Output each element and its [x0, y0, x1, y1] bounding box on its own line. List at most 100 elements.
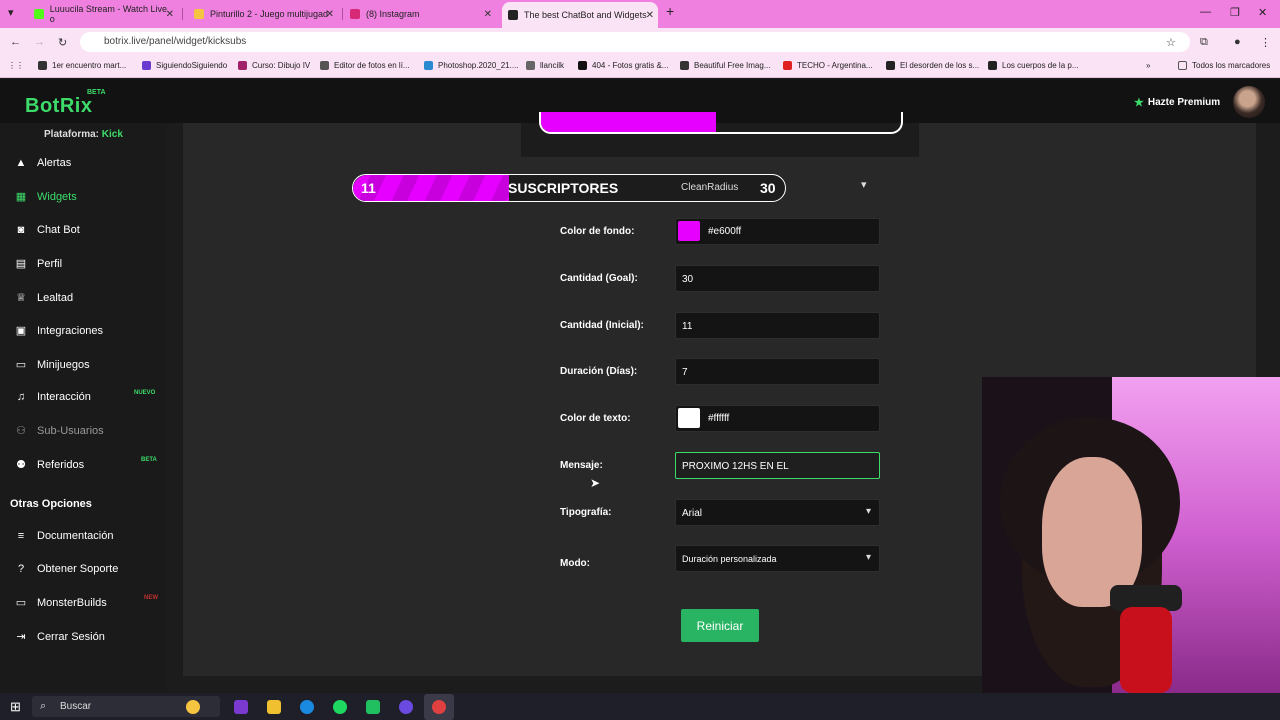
- bg-color-value: #e600ff: [708, 226, 742, 237]
- bookmark-item[interactable]: llancilk: [526, 61, 564, 70]
- sidebar-item-perfil[interactable]: ▤ Perfil: [14, 257, 62, 271]
- sidebar-item-referidos[interactable]: ⚉ Referidos: [14, 458, 84, 472]
- message-label: Mensaje:: [560, 460, 603, 471]
- sidebar-item-cerrar-sesion[interactable]: ⇥ Cerrar Sesión: [14, 630, 104, 644]
- microphone: [1120, 607, 1172, 693]
- users-icon: ⚇: [16, 425, 26, 437]
- folder-icon: [1178, 61, 1187, 70]
- apps-icon[interactable]: ⋮⋮: [8, 61, 24, 70]
- url-text: botrix.live/panel/widget/kicksubs: [104, 36, 247, 47]
- premium-link[interactable]: ★ Hazte Premium: [1134, 96, 1220, 109]
- chrome-icon[interactable]: [432, 700, 446, 714]
- more-bookmarks-icon[interactable]: »: [1146, 61, 1150, 70]
- file-explorer-icon[interactable]: [267, 700, 281, 714]
- browser-tab-3[interactable]: (8) Instagram ✕: [344, 4, 496, 24]
- bookmark-item[interactable]: TECHO - Argentina...: [783, 61, 873, 70]
- collapse-chevron-icon[interactable]: ▾: [861, 178, 867, 191]
- sidebar-item-minijuegos[interactable]: ▭ Minijuegos: [14, 358, 90, 372]
- app-logo[interactable]: BotRix: [25, 95, 92, 118]
- beta-badge: BETA: [141, 457, 157, 463]
- close-tab-icon[interactable]: ✕: [646, 10, 654, 21]
- widgets-icon: ▦: [15, 191, 27, 203]
- new-tab-icon[interactable]: +: [666, 3, 674, 19]
- copilot-icon[interactable]: [234, 700, 248, 714]
- url-input[interactable]: botrix.live/panel/widget/kicksubs: [80, 32, 1190, 52]
- platform-value: Kick: [101, 129, 123, 140]
- mode-select[interactable]: Duración personalizada ▾: [675, 545, 880, 572]
- bookmark-item[interactable]: SiguiendoSiguiendo: [142, 61, 227, 70]
- browser-tab-1[interactable]: Luuucila Stream - Watch Live o ✕: [28, 4, 178, 24]
- sidebar-item-interaccion[interactable]: ♫ Interacción: [14, 391, 91, 403]
- robot-icon: ◙: [17, 224, 25, 236]
- sidebar-item-soporte[interactable]: ? Obtener Soporte: [14, 563, 118, 575]
- sidebar-item-widgets[interactable]: ▦ Widgets: [14, 190, 77, 204]
- docs-icon: ≡: [17, 530, 25, 542]
- bookmark-item[interactable]: Photoshop.2020_21....: [424, 61, 519, 70]
- bg-color-field[interactable]: [675, 218, 880, 245]
- bookmark-icon: [38, 61, 47, 70]
- mode-label: Modo:: [560, 558, 590, 569]
- profile-icon[interactable]: ●: [1234, 36, 1241, 48]
- tab-list-icon[interactable]: ▾: [8, 6, 14, 19]
- browser-tab-2[interactable]: Pinturillo 2 - Juego multijugad ✕: [188, 4, 338, 24]
- extensions-icon[interactable]: ⧉: [1200, 36, 1208, 49]
- windows-start-icon[interactable]: ⊞: [10, 699, 24, 714]
- forward-icon[interactable]: →: [34, 36, 45, 48]
- edge-icon[interactable]: [300, 700, 314, 714]
- text-color-swatch[interactable]: [678, 408, 700, 428]
- bookmark-item[interactable]: Curso: Dibujo IV: [238, 61, 310, 70]
- font-select[interactable]: Arial ▾: [675, 499, 880, 526]
- reload-icon[interactable]: ↻: [58, 36, 67, 49]
- sidebar-item-integraciones[interactable]: ▣ Integraciones: [14, 324, 103, 338]
- back-icon[interactable]: ←: [10, 36, 21, 48]
- bookmark-item[interactable]: 404 - Fotos gratis &...: [578, 61, 668, 70]
- sidebar-item-label: Widgets: [37, 190, 77, 203]
- logout-icon: ⇥: [16, 631, 26, 643]
- sidebar-item-chatbot[interactable]: ◙ Chat Bot: [14, 224, 80, 236]
- text-color-field[interactable]: [675, 405, 880, 432]
- bookmark-item[interactable]: Beautiful Free Imag...: [680, 61, 770, 70]
- bookmark-item[interactable]: Editor de fotos en lí...: [320, 61, 410, 70]
- maximize-icon[interactable]: ❐: [1230, 6, 1240, 19]
- close-tab-icon[interactable]: ✕: [484, 9, 492, 20]
- spotify-icon[interactable]: [333, 700, 347, 714]
- bookmark-item[interactable]: Los cuerpos de la p...: [988, 61, 1079, 70]
- bookmark-label: Los cuerpos de la p...: [1002, 61, 1079, 70]
- bookmark-item[interactable]: El desorden de los s...: [886, 61, 979, 70]
- goal-input[interactable]: 30: [675, 265, 880, 292]
- bookmark-icon: [578, 61, 587, 70]
- sidebar-item-documentacion[interactable]: ≡ Documentación: [14, 530, 114, 542]
- bg-color-swatch[interactable]: [678, 221, 700, 241]
- browser-tab-4[interactable]: The best ChatBot and Widgets ✕: [502, 2, 658, 28]
- mode-select-value: Duración personalizada: [682, 554, 777, 564]
- close-tab-icon[interactable]: ✕: [326, 9, 334, 20]
- bookmark-item[interactable]: 1er encuentro mart...: [38, 61, 126, 70]
- restart-button[interactable]: Reiniciar: [681, 609, 759, 642]
- message-input[interactable]: PROXIMO 12HS EN EL: [675, 452, 880, 479]
- sidebar-item-label: MonsterBuilds: [37, 596, 107, 609]
- initial-input[interactable]: 11: [675, 312, 880, 339]
- kick-app-icon[interactable]: [366, 700, 380, 714]
- bookmark-label: Editor de fotos en lí...: [334, 61, 410, 70]
- duration-input[interactable]: 7: [675, 358, 880, 385]
- minimize-icon[interactable]: —: [1200, 6, 1211, 18]
- instagram-favicon-icon: [350, 9, 360, 19]
- new-badge: NUEVO: [134, 390, 156, 396]
- bookmark-star-icon[interactable]: ☆: [1166, 36, 1176, 49]
- discord-icon[interactable]: [399, 700, 413, 714]
- bookmarks-bar: ⋮⋮ 1er encuentro mart... SiguiendoSiguie…: [0, 56, 1280, 78]
- preview-username: CleanRadius: [681, 182, 739, 193]
- sidebar-item-monsterbuilds[interactable]: ▭ MonsterBuilds: [14, 596, 107, 610]
- font-select-value: Arial: [682, 508, 703, 519]
- close-window-icon[interactable]: ✕: [1258, 6, 1267, 19]
- copilot-sparkle-icon[interactable]: [186, 700, 200, 714]
- all-bookmarks[interactable]: Todos los marcadores: [1178, 61, 1270, 70]
- avatar[interactable]: [1233, 86, 1265, 118]
- sidebar-item-lealtad[interactable]: ♕ Lealtad: [14, 291, 73, 305]
- font-label: Tipografía:: [560, 507, 612, 518]
- mouse-cursor-icon: ➤: [590, 476, 601, 490]
- sidebar-item-subusuarios[interactable]: ⚇ Sub-Usuarios: [14, 424, 104, 438]
- sidebar-item-alertas[interactable]: ▲ Alertas: [14, 157, 72, 169]
- close-tab-icon[interactable]: ✕: [166, 9, 174, 20]
- menu-icon[interactable]: ⋮: [1260, 36, 1271, 49]
